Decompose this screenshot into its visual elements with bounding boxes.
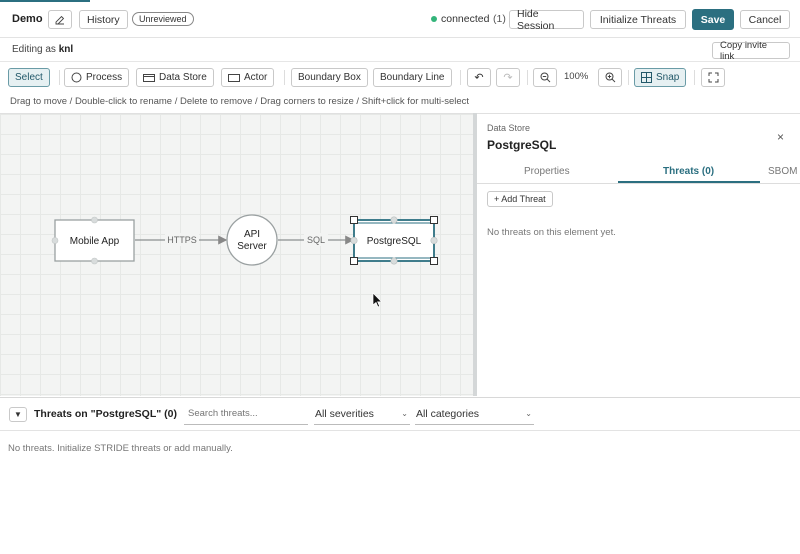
element-name: PostgreSQL [487,138,557,152]
save-button[interactable]: Save [692,9,734,30]
copy-invite-link-button[interactable]: Copy invite link [712,40,790,62]
close-icon: × [777,130,785,144]
mouse-cursor-icon [372,292,383,308]
data-store-tool-label: Data Store [159,72,207,83]
tab-threats[interactable]: Threats (0) [663,166,714,177]
resize-handle[interactable] [350,257,358,265]
actor-tool-label: Actor [244,72,268,83]
tab-properties[interactable]: Properties [524,166,570,177]
node-postgresql-label: PostgreSQL [367,236,422,247]
threats-empty-text: No threats. Initialize STRIDE threats or… [8,443,233,454]
edge-label-sql: SQL [307,235,325,245]
zoom-in-button[interactable] [598,68,622,87]
toolbar-divider [460,70,461,85]
boundary-line-tool-label: Boundary Line [380,72,445,83]
diagram-canvas[interactable]: HTTPS SQL Mobile App API Server PostgreS… [0,113,473,396]
rectangle-icon [228,73,240,82]
history-button[interactable]: History [79,10,128,29]
collapse-threats-button[interactable]: ▼ [9,407,27,422]
fullscreen-icon [708,72,718,83]
close-panel-button[interactable]: × [777,130,784,144]
node-api-server-label-line1: API [244,229,260,240]
toolbar-divider [284,70,285,85]
connection-dot-icon [431,16,437,22]
redo-icon: ↷ [503,72,513,84]
connection-count: (1) [493,13,506,25]
severity-filter[interactable]: All severities ⌄ [314,403,410,425]
zoom-out-button[interactable] [533,68,557,87]
chevron-down-icon: ⌄ [525,409,532,418]
circle-icon [71,72,82,83]
process-tool-button[interactable]: Process [64,68,130,87]
active-tab-indicator [618,181,760,183]
rename-button[interactable] [48,10,72,29]
snap-label: Snap [656,72,680,83]
threats-section: ▼ Threats on "PostgreSQL" (0) All severi… [0,397,800,554]
resize-handle[interactable] [430,216,438,224]
top-bar: Demo History Unreviewed connected (1) Hi… [0,0,800,38]
edge-label-https: HTTPS [167,235,197,245]
toolbar-divider [628,70,629,85]
threats-section-title: Threats on "PostgreSQL" (0) [34,408,177,420]
snap-toggle[interactable]: Snap [634,68,687,87]
panel-empty-text: No threats on this element yet. [487,227,616,238]
tab-sbom[interactable]: SBOM [768,166,797,177]
boundary-box-tool-button[interactable]: Boundary Box [291,68,368,87]
search-threats-input-wrap [184,403,308,425]
actor-tool-button[interactable]: Actor [221,68,275,87]
node-mobile-app[interactable]: Mobile App [51,216,135,265]
grid-icon [641,72,652,83]
zoom-in-icon [605,72,615,83]
undo-button[interactable]: ↶ [467,68,491,87]
connection-status: connected [441,13,490,25]
diagram-svg: HTTPS SQL Mobile App API Server PostgreS… [51,214,438,308]
toolbar-divider [694,70,695,85]
category-filter[interactable]: All categories ⌄ [415,403,534,425]
resize-handle[interactable] [430,257,438,265]
collapse-icon: ▼ [14,410,22,419]
initialize-threats-button[interactable]: Initialize Threats [590,10,686,29]
zoom-out-icon [540,72,550,83]
severity-filter-value: All severities [315,407,374,420]
chevron-down-icon: ⌄ [401,409,408,418]
node-api-server[interactable]: API Server [226,214,278,266]
undo-icon: ↶ [474,72,484,84]
element-type-label: Data Store [487,123,531,133]
toolbar-divider [527,70,528,85]
data-store-tool-button[interactable]: Data Store [136,68,214,87]
boundary-line-tool-button[interactable]: Boundary Line [373,68,452,87]
node-postgresql[interactable]: PostgreSQL [350,216,438,265]
editing-username: knl [58,44,74,55]
diagram-toolbar: Select Process Data Store Actor Boundary… [0,65,800,89]
node-mobile-app-label: Mobile App [70,236,120,247]
accent-line [0,0,90,2]
element-details-panel: Data Store PostgreSQL × Properties Threa… [477,113,800,396]
process-tool-label: Process [86,72,123,83]
fit-view-button[interactable] [701,68,725,87]
session-bar: Editing as knl Copy invite link [0,38,800,62]
threats-header-divider [0,430,800,431]
toolbar-divider [59,70,60,85]
redo-button[interactable]: ↷ [496,68,520,87]
category-filter-value: All categories [416,407,480,420]
canvas-hint: Drag to move / Double-click to rename / … [10,96,470,107]
model-title: Demo [12,12,43,25]
editing-as-label: Editing as knl [12,44,73,55]
select-tool-label: Select [15,72,43,83]
resize-handle[interactable] [350,216,358,224]
editing-as-prefix: Editing as [12,44,56,55]
node-api-server-label-line2: Server [237,241,267,252]
select-tool-button[interactable]: Select [8,68,50,87]
add-threat-button[interactable]: + Add Threat [487,191,553,207]
boundary-box-tool-label: Boundary Box [298,72,361,83]
edit-icon [55,15,65,24]
search-threats-input[interactable] [184,408,304,419]
data-store-icon [143,73,155,82]
hide-session-button[interactable]: Hide Session [509,8,584,32]
panel-tabs: Properties Threats (0) SBOM [477,160,800,184]
review-status-badge: Unreviewed [132,12,194,26]
zoom-level: 100% [564,71,589,82]
cancel-button[interactable]: Cancel [740,10,790,29]
